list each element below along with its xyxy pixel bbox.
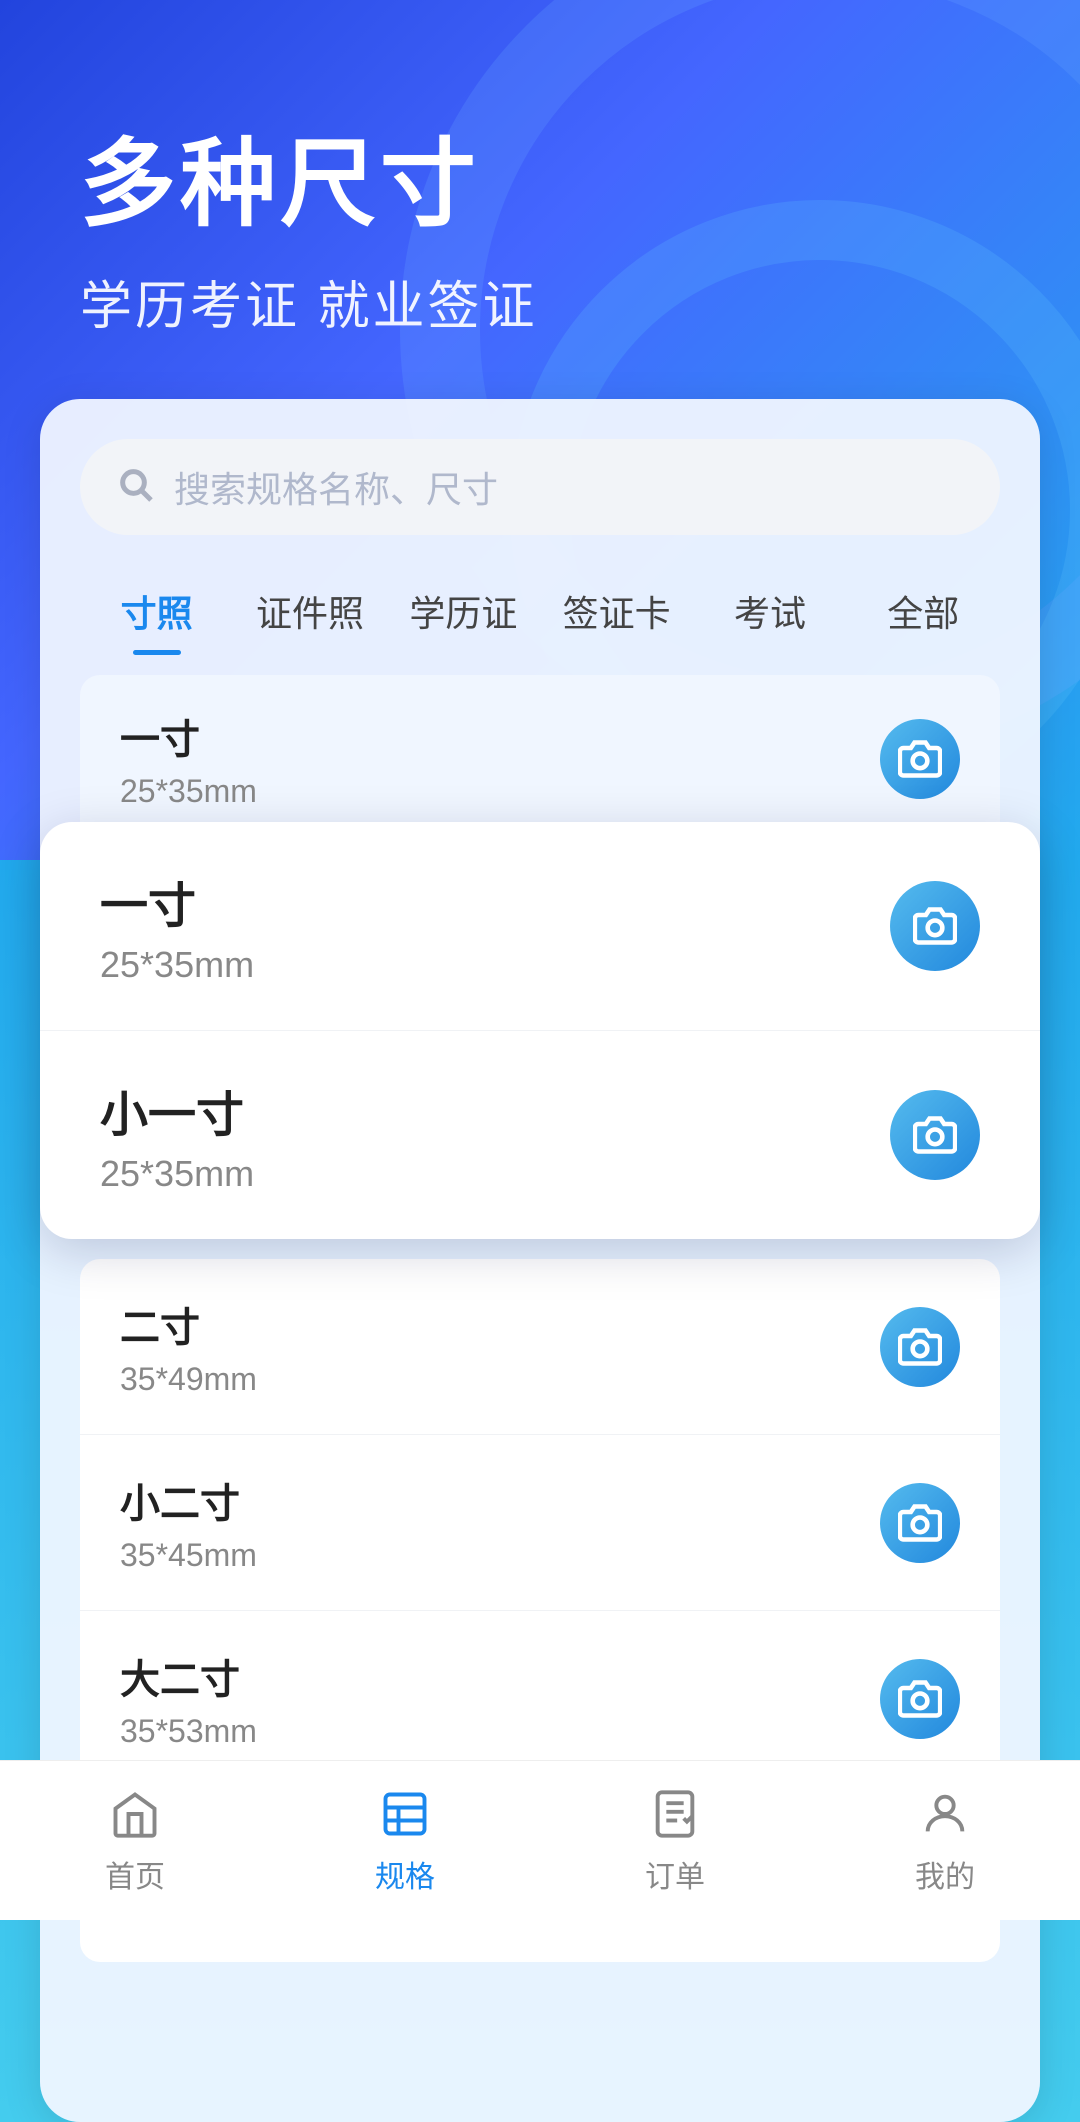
floating-item-name-1: 小一寸 bbox=[100, 1075, 254, 1145]
tab-xuelizheng[interactable]: 学历证 bbox=[387, 571, 540, 655]
user-icon bbox=[917, 1786, 973, 1842]
bottom-nav: 首页 规格 订单 bbox=[0, 1760, 1080, 1920]
floating-item-name-0: 一寸 bbox=[100, 866, 254, 936]
home-icon bbox=[107, 1786, 163, 1842]
list-item[interactable]: 一寸 25*35mm bbox=[80, 675, 1000, 842]
list-item-ercun[interactable]: 二寸 35*49mm bbox=[80, 1259, 1000, 1435]
search-placeholder: 搜索规格名称、尺寸 bbox=[174, 461, 498, 513]
camera-button-ercun[interactable] bbox=[880, 1307, 960, 1387]
list-item-xiaoercun[interactable]: 小二寸 35*45mm bbox=[80, 1435, 1000, 1611]
search-bar[interactable]: 搜索规格名称、尺寸 bbox=[80, 439, 1000, 535]
nav-guige-label: 规格 bbox=[375, 1852, 435, 1896]
item-name: 一寸 bbox=[120, 707, 257, 765]
tab-qianzhengka[interactable]: 签证卡 bbox=[540, 571, 693, 655]
tab-zhenjianzhao[interactable]: 证件照 bbox=[233, 571, 386, 655]
below-item-name-2: 大二寸 bbox=[120, 1647, 257, 1705]
camera-button-daercun[interactable] bbox=[880, 1659, 960, 1739]
nav-guige[interactable]: 规格 bbox=[270, 1786, 540, 1896]
nav-wode[interactable]: 我的 bbox=[810, 1786, 1080, 1896]
camera-button-xiaoyicun[interactable] bbox=[890, 1090, 980, 1180]
below-item-size-0: 35*49mm bbox=[120, 1361, 257, 1398]
item-size: 25*35mm bbox=[120, 773, 257, 810]
floating-item-size-1: 25*35mm bbox=[100, 1153, 254, 1195]
guige-icon bbox=[377, 1786, 433, 1842]
nav-dingdan[interactable]: 订单 bbox=[540, 1786, 810, 1896]
search-icon bbox=[116, 465, 156, 510]
order-icon bbox=[647, 1786, 703, 1842]
camera-button[interactable] bbox=[880, 719, 960, 799]
list-item-yicun[interactable]: 一寸 25*35mm bbox=[40, 822, 1040, 1031]
hero-subtitle: 学历考证 就业签证 bbox=[80, 264, 1000, 339]
floating-card: 一寸 25*35mm 小一寸 25*35mm bbox=[40, 822, 1040, 1239]
nav-home[interactable]: 首页 bbox=[0, 1786, 270, 1896]
below-item-name-0: 二寸 bbox=[120, 1295, 257, 1353]
below-item-size-2: 35*53mm bbox=[120, 1713, 257, 1750]
camera-button-xiaoercun[interactable] bbox=[880, 1483, 960, 1563]
tab-quanbu[interactable]: 全部 bbox=[847, 571, 1000, 655]
below-item-name-1: 小二寸 bbox=[120, 1471, 257, 1529]
tab-cunzhao[interactable]: 寸照 bbox=[80, 571, 233, 655]
floating-item-size-0: 25*35mm bbox=[100, 944, 254, 986]
hero-title: 多种尺寸 bbox=[80, 130, 1000, 240]
nav-wode-label: 我的 bbox=[915, 1852, 975, 1896]
bg-list: 一寸 25*35mm bbox=[80, 675, 1000, 842]
nav-home-label: 首页 bbox=[105, 1852, 165, 1896]
below-item-size-1: 35*45mm bbox=[120, 1537, 257, 1574]
nav-dingdan-label: 订单 bbox=[645, 1852, 705, 1896]
category-tabs: 寸照 证件照 学历证 签证卡 考试 全部 bbox=[40, 571, 1040, 655]
list-item-xiaoyicun[interactable]: 小一寸 25*35mm bbox=[40, 1031, 1040, 1239]
tab-kaoshi[interactable]: 考试 bbox=[693, 571, 846, 655]
camera-button-yicun[interactable] bbox=[890, 881, 980, 971]
hero-section: 多种尺寸 学历考证 就业签证 bbox=[0, 0, 1080, 399]
